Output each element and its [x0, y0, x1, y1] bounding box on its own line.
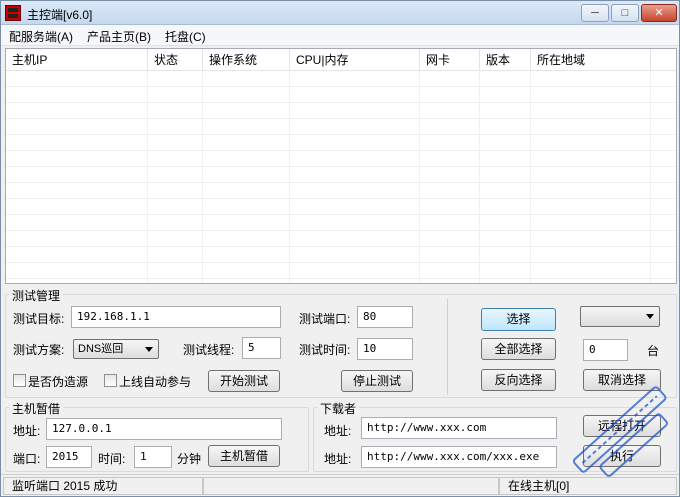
- test-scheme-select[interactable]: DNS巡回: [73, 339, 159, 359]
- auto-join-checkbox[interactable]: [104, 374, 117, 387]
- borrow-time-label: 时间:: [98, 452, 126, 466]
- table-row[interactable]: [6, 183, 676, 199]
- borrow-time-input[interactable]: 1: [134, 446, 172, 468]
- test-port-label: 测试端口:: [299, 312, 351, 326]
- selection-dropdown[interactable]: [580, 306, 660, 327]
- cancel-selection-button[interactable]: 取消选择: [583, 369, 661, 391]
- chevron-down-icon: [145, 347, 153, 352]
- execute-button[interactable]: 执行: [583, 445, 661, 467]
- auto-join-label: 上线自动参与: [119, 375, 192, 389]
- app-logo-icon: [5, 5, 21, 21]
- table-body: [6, 71, 676, 283]
- host-count-unit: 台: [647, 344, 660, 358]
- test-target-input[interactable]: 192.168.1.1: [71, 306, 281, 328]
- test-threads-input[interactable]: 5: [242, 337, 281, 359]
- download-address1-label: 地址:: [324, 424, 352, 438]
- group-divider: [447, 299, 448, 395]
- host-count-input[interactable]: 0: [583, 339, 628, 361]
- remote-open-button[interactable]: 远程打开: [583, 415, 661, 437]
- online-hosts-status: 在线主机[0]: [499, 477, 677, 495]
- column-header-cpu-memory[interactable]: CPU|内存: [290, 49, 420, 71]
- chevron-down-icon: [646, 314, 654, 319]
- test-time-label: 测试时间:: [299, 343, 351, 357]
- test-threads-label: 测试线程:: [183, 343, 235, 357]
- listen-status: 监听端口 2015 成功: [3, 477, 203, 495]
- test-scheme-value: DNS巡回: [78, 343, 124, 355]
- host-table[interactable]: 主机IP 状态 操作系统 CPU|内存 网卡 版本 所在地域: [5, 48, 677, 284]
- menu-bar: 配服务端(A) 产品主页(B) 托盘(C): [1, 25, 679, 46]
- download-address2-input[interactable]: http://www.xxx.com/xxx.exe: [361, 446, 557, 468]
- table-row[interactable]: [6, 71, 676, 87]
- table-row[interactable]: [6, 135, 676, 151]
- title-bar[interactable]: 主控端[v6.0] ─ □ ✕: [1, 1, 679, 25]
- download-address2-label: 地址:: [324, 452, 352, 466]
- table-row[interactable]: [6, 247, 676, 263]
- window-title: 主控端[v6.0]: [27, 8, 93, 22]
- main-window: 主控端[v6.0] ─ □ ✕ 配服务端(A) 产品主页(B) 托盘(C) 主机…: [0, 0, 680, 497]
- invert-selection-button[interactable]: 反向选择: [481, 369, 556, 391]
- host-borrow-title: 主机暂借: [9, 400, 64, 417]
- test-time-input[interactable]: 10: [357, 338, 413, 360]
- column-header-version[interactable]: 版本: [480, 49, 531, 71]
- table-row[interactable]: [6, 167, 676, 183]
- test-port-input[interactable]: 80: [357, 306, 413, 328]
- downloader-title: 下载者: [317, 400, 360, 417]
- table-row[interactable]: [6, 151, 676, 167]
- table-row[interactable]: [6, 103, 676, 119]
- status-bar: 监听端口 2015 成功 在线主机[0]: [1, 474, 679, 496]
- menu-tray[interactable]: 托盘(C): [165, 28, 206, 45]
- start-test-button[interactable]: 开始测试: [208, 370, 280, 392]
- table-row[interactable]: [6, 231, 676, 247]
- column-header-host-ip[interactable]: 主机IP: [6, 49, 148, 71]
- test-management-title: 测试管理: [9, 287, 64, 304]
- download-address1-input[interactable]: http://www.xxx.com: [361, 417, 557, 439]
- select-button[interactable]: 选择: [481, 308, 556, 331]
- table-row[interactable]: [6, 119, 676, 135]
- borrow-port-input[interactable]: 2015: [46, 446, 92, 468]
- borrow-address-input[interactable]: 127.0.0.1: [46, 418, 282, 440]
- maximize-button[interactable]: □: [611, 4, 639, 22]
- test-scheme-label: 测试方案:: [13, 343, 65, 357]
- column-header-nic[interactable]: 网卡: [420, 49, 480, 71]
- stop-test-button[interactable]: 停止测试: [341, 370, 413, 392]
- column-header-os[interactable]: 操作系统: [203, 49, 290, 71]
- column-header-region[interactable]: 所在地域: [531, 49, 651, 71]
- column-header-status[interactable]: 状态: [148, 49, 203, 71]
- select-all-button[interactable]: 全部选择: [481, 338, 556, 360]
- borrow-port-label: 端口:: [13, 452, 41, 466]
- spoof-source-checkbox[interactable]: [13, 374, 26, 387]
- minimize-button[interactable]: ─: [581, 4, 609, 22]
- table-row[interactable]: [6, 87, 676, 103]
- host-borrow-button[interactable]: 主机暂借: [208, 445, 280, 467]
- table-row[interactable]: [6, 215, 676, 231]
- spoof-source-label: 是否伪造源: [28, 375, 89, 389]
- status-spacer: [203, 477, 499, 495]
- table-header: 主机IP 状态 操作系统 CPU|内存 网卡 版本 所在地域: [6, 49, 676, 71]
- borrow-address-label: 地址:: [13, 424, 41, 438]
- menu-configure-server[interactable]: 配服务端(A): [9, 28, 73, 45]
- table-row[interactable]: [6, 199, 676, 215]
- menu-product-homepage[interactable]: 产品主页(B): [87, 28, 151, 45]
- table-row[interactable]: [6, 263, 676, 279]
- close-button[interactable]: ✕: [641, 4, 677, 22]
- test-target-label: 测试目标:: [13, 312, 65, 326]
- borrow-time-unit: 分钟: [177, 452, 202, 466]
